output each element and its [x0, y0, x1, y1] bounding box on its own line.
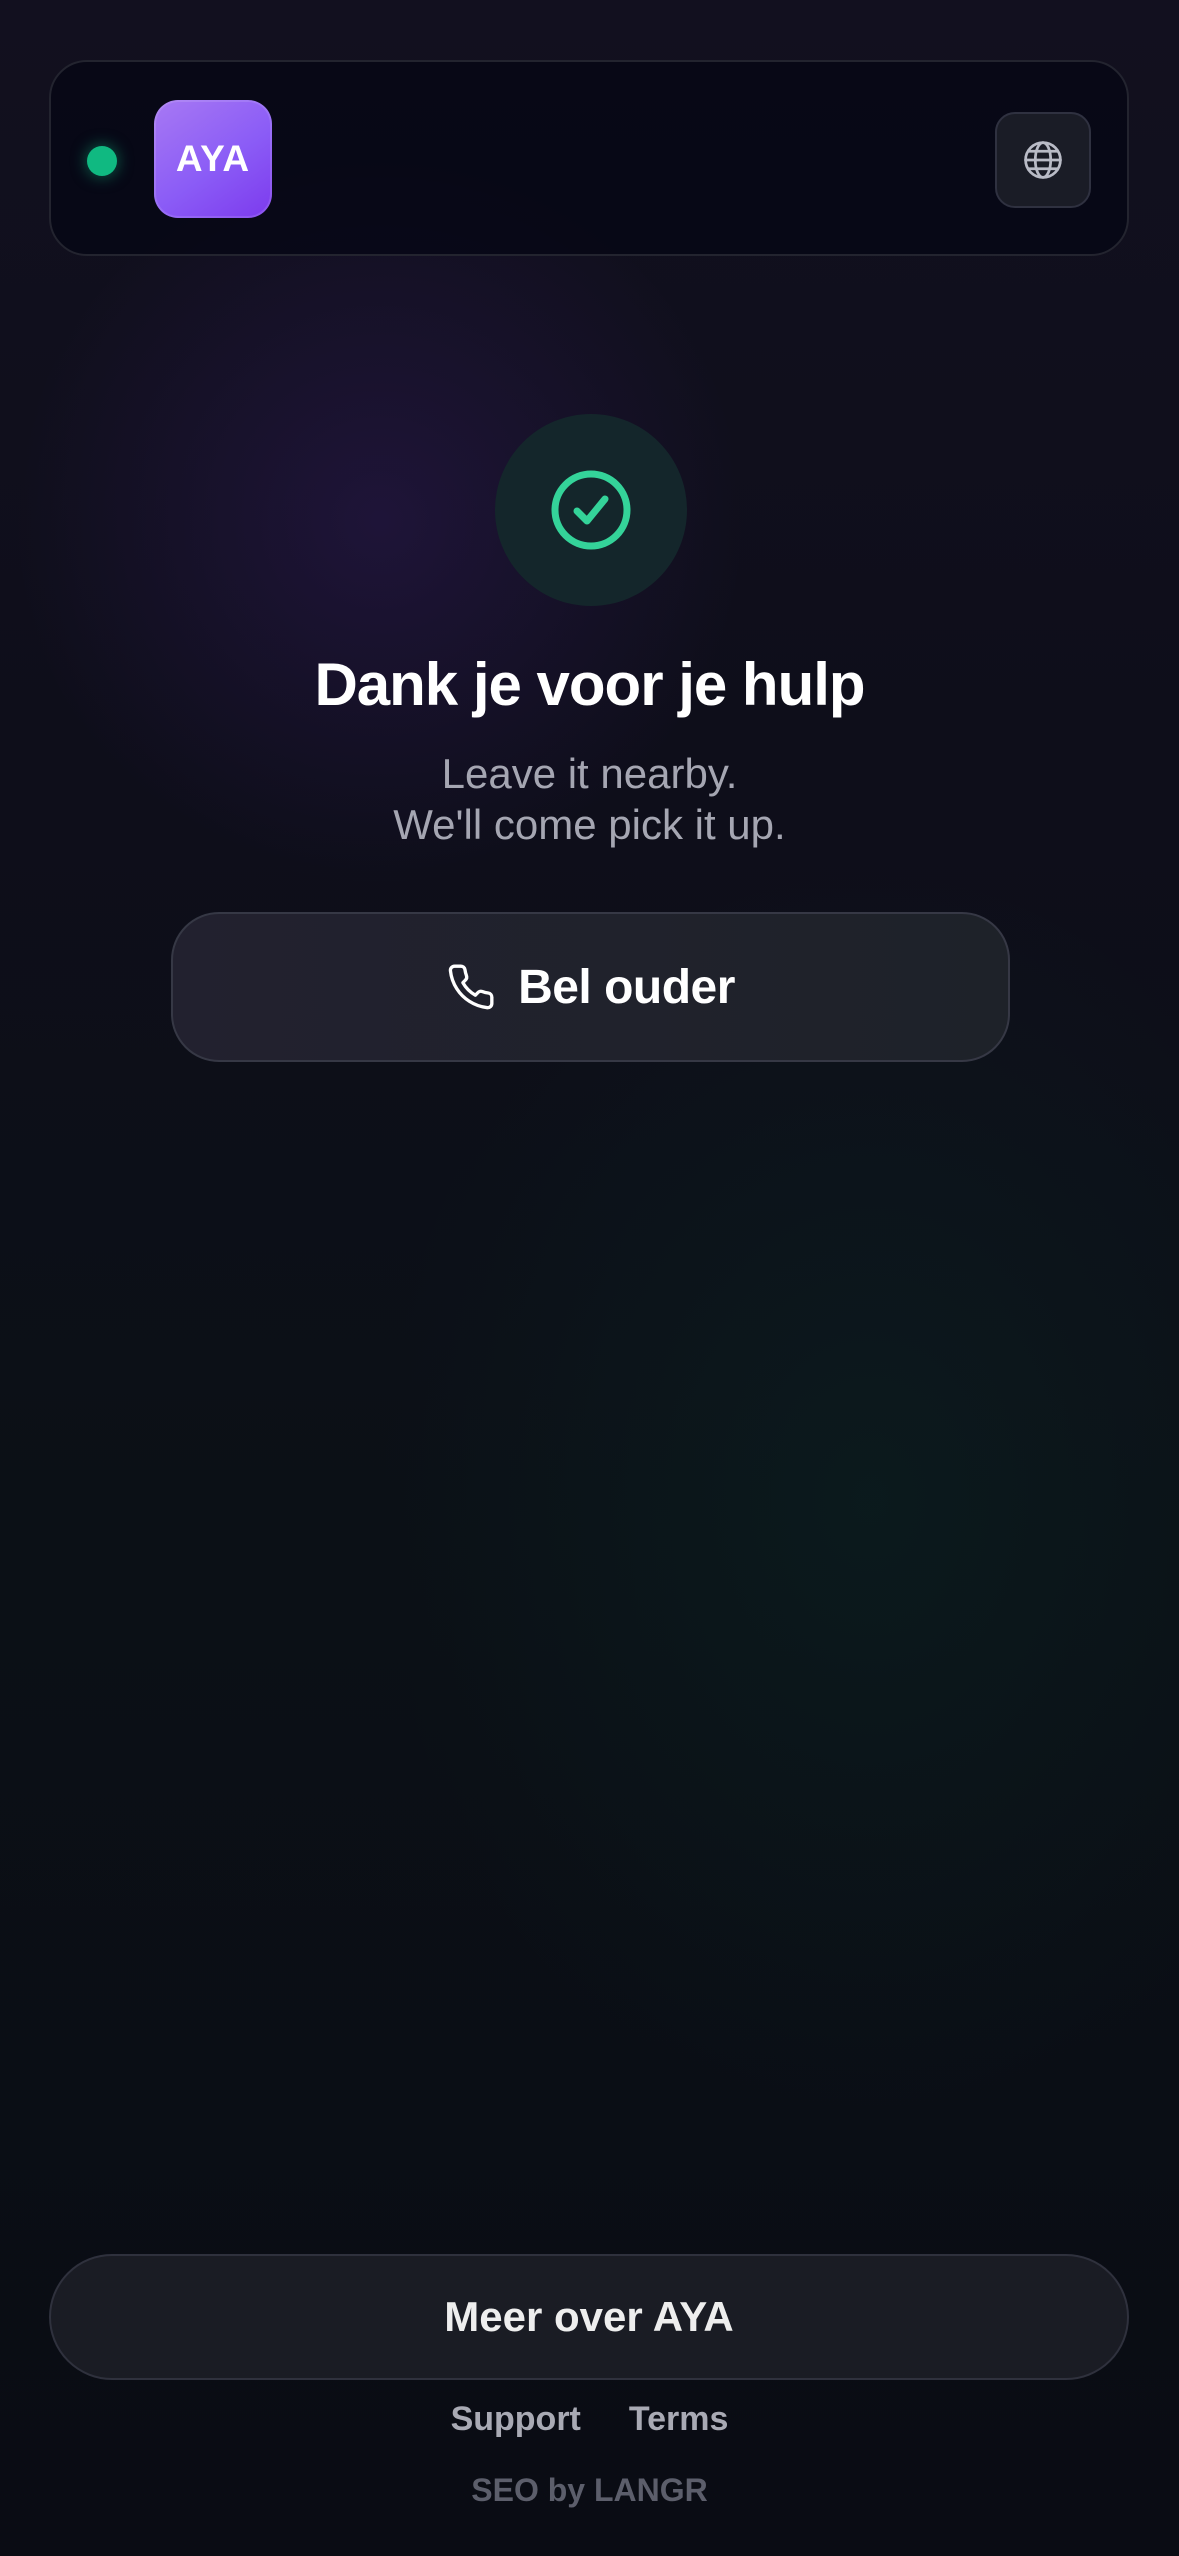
page-title: Dank je voor je hulp [314, 651, 865, 718]
support-link[interactable]: Support [451, 2400, 581, 2439]
language-button[interactable] [995, 112, 1091, 208]
terms-link[interactable]: Terms [629, 2400, 729, 2439]
page-background [0, 0, 1179, 2556]
call-parent-button[interactable]: Bel ouder [171, 912, 1010, 1062]
aya-logo[interactable]: AYA [154, 100, 272, 218]
subtitle-line-2: We'll come pick it up. [393, 801, 786, 848]
check-circle-icon [551, 470, 631, 550]
success-badge [495, 414, 687, 606]
phone-icon [448, 964, 494, 1010]
online-status-dot [87, 146, 117, 176]
more-about-aya-button[interactable]: Meer over AYA [49, 2254, 1129, 2380]
footer-links: Support Terms [0, 2400, 1179, 2439]
top-bar: AYA [49, 60, 1129, 256]
seo-credit: SEO by LANGR [471, 2472, 708, 2508]
call-parent-label: Bel ouder [518, 960, 735, 1014]
subtitle-line-1: Leave it nearby. [441, 750, 738, 797]
globe-icon [1024, 141, 1062, 179]
